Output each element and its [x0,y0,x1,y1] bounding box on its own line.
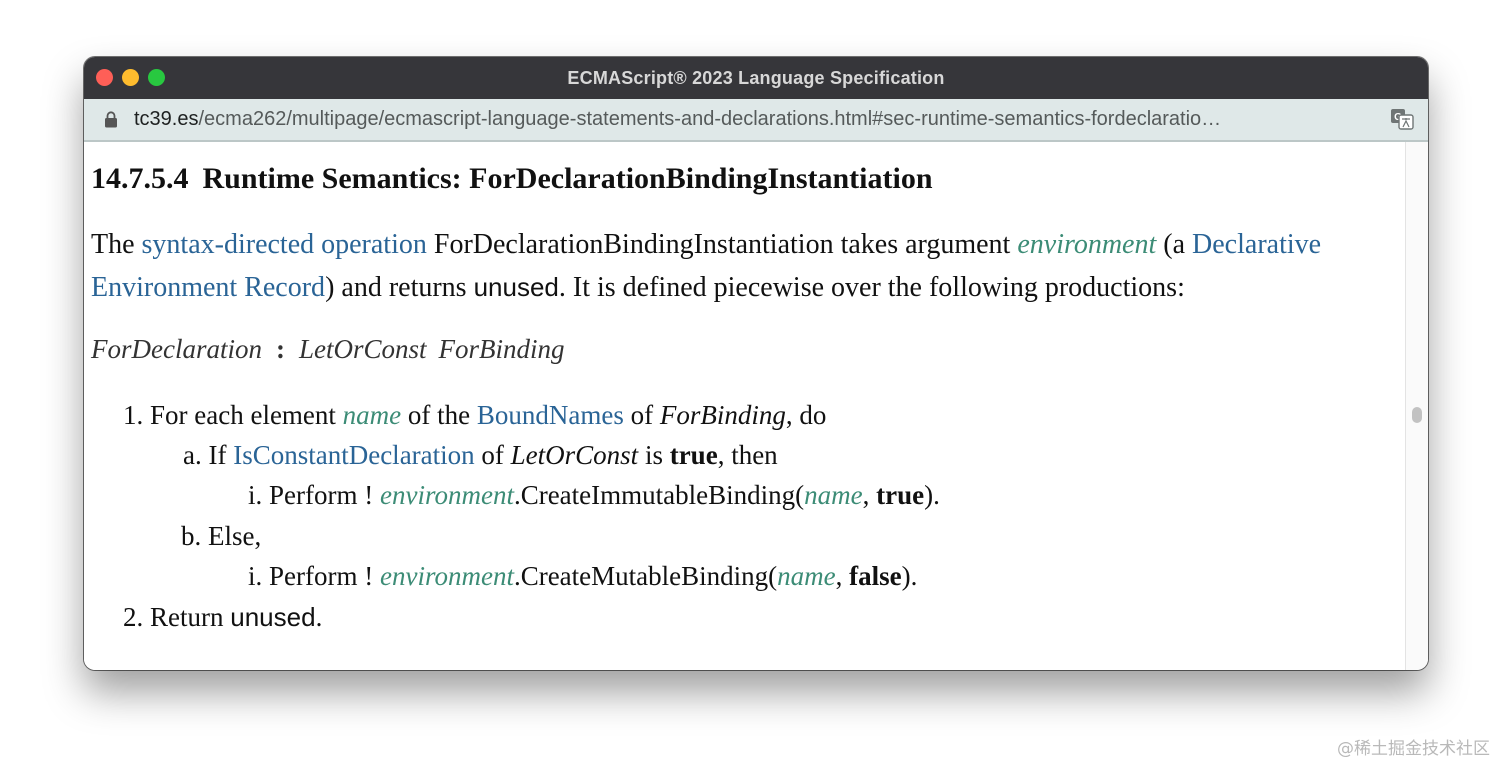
nonterminal-forbinding[interactable]: ForBinding [660,400,786,430]
step-marker: 1. [123,400,144,430]
step-text: , [835,561,850,591]
vertical-scrollbar[interactable] [1405,142,1428,670]
step-text: For each element [150,400,343,430]
step-text: of the [401,400,477,430]
production-lhs[interactable]: ForDeclaration [91,334,262,364]
argument-variable[interactable]: environment [1017,229,1156,260]
section-title: Runtime Semantics: ForDeclarationBinding… [202,162,933,195]
nonterminal-letorconst[interactable]: LetOrConst [511,440,639,470]
step-2: 2. Return unused. [123,602,322,633]
step-1a: a. If IsConstantDeclaration of LetOrCons… [183,440,778,471]
grammar-production: ForDeclaration: LetOrConst ForBinding [91,334,565,365]
url-domain: tc39.es [134,108,199,130]
isconstantdeclaration-link[interactable]: IsConstantDeclaration [233,440,474,470]
step-marker: i. [248,561,263,591]
scrollbar-thumb[interactable] [1412,407,1422,423]
section-heading: 14.7.5.4 Runtime Semantics: ForDeclaratio… [91,162,933,196]
step-text: .CreateMutableBinding( [513,561,778,591]
intro-paragraph: The syntax-directed operation ForDeclara… [91,224,1391,309]
intro-text: The [91,229,142,260]
step-marker: b. [181,521,202,551]
step-text: . [315,602,323,632]
variable-name[interactable]: name [804,480,862,510]
step-text: , do [785,400,827,430]
step-text: Return [150,602,231,632]
step-marker: 2. [123,602,144,632]
step-text: If [208,440,234,470]
step-text: ). [901,561,918,591]
variable-environment[interactable]: environment [380,561,514,591]
boolean-true: true [876,480,925,510]
variable-name[interactable]: name [777,561,835,591]
intro-text: ) and returns [325,272,474,303]
close-button[interactable] [96,69,113,86]
return-value: unused [230,602,316,632]
minimize-button[interactable] [122,69,139,86]
browser-window: ECMAScript® 2023 Language Specification … [84,57,1428,670]
window-title: ECMAScript® 2023 Language Specification [567,67,945,88]
url-path: /ecma262/multipage/ecmascript-language-s… [198,108,1222,130]
boolean-true: true [669,440,718,470]
syntax-directed-operation-link[interactable]: syntax-directed operation [142,229,427,260]
title-bar[interactable]: ECMAScript® 2023 Language Specification [84,57,1428,99]
step-text: , then [717,440,778,470]
step-1bi: i. Perform ! environment.CreateMutableBi… [248,561,917,592]
boundnames-link[interactable]: BoundNames [477,400,624,430]
lock-icon [105,111,117,128]
zoom-button[interactable] [148,69,165,86]
step-text: of [474,440,511,470]
window-controls [96,69,165,86]
step-text: ). [924,480,940,510]
step-1b: b. Else, [181,521,261,552]
step-marker: a. [183,440,202,470]
variable-environment[interactable]: environment [380,480,514,510]
step-1ai: i. Perform ! environment.CreateImmutable… [248,480,940,511]
url-text[interactable]: tc39.es/ecma262/multipage/ecmascript-lan… [134,108,1374,131]
spec-content: 14.7.5.4 Runtime Semantics: ForDeclaratio… [84,142,1406,670]
step-text: .CreateImmutableBinding( [513,480,805,510]
boolean-false: false [849,561,902,591]
section-number: 14.7.5.4 [91,162,189,195]
variable-name[interactable]: name [343,400,401,430]
step-1: 1. For each element name of the BoundNam… [123,400,826,431]
translate-icon[interactable]: G [1390,108,1414,130]
intro-text: (a [1156,229,1193,260]
return-value: unused [473,272,559,302]
step-text: Perform ! [269,480,380,510]
step-text: Else, [208,521,262,551]
step-text: is [638,440,670,470]
production-rhs-letorconst[interactable]: LetOrConst [299,334,427,364]
watermark: @稀土掘金技术社区 [1337,739,1490,759]
step-text: Perform ! [269,561,380,591]
intro-text: . It is defined piecewise over the follo… [558,272,1185,303]
address-bar[interactable]: tc39.es/ecma262/multipage/ecmascript-lan… [84,99,1428,142]
screenshot-stage: ECMAScript® 2023 Language Specification … [0,0,1512,781]
step-text: of [623,400,660,430]
step-marker: i. [248,480,263,510]
production-rhs-forbinding[interactable]: ForBinding [439,334,565,364]
intro-text: ForDeclarationBindingInstantiation takes… [426,229,1018,260]
production-colon: : [275,334,285,364]
step-text: , [862,480,877,510]
